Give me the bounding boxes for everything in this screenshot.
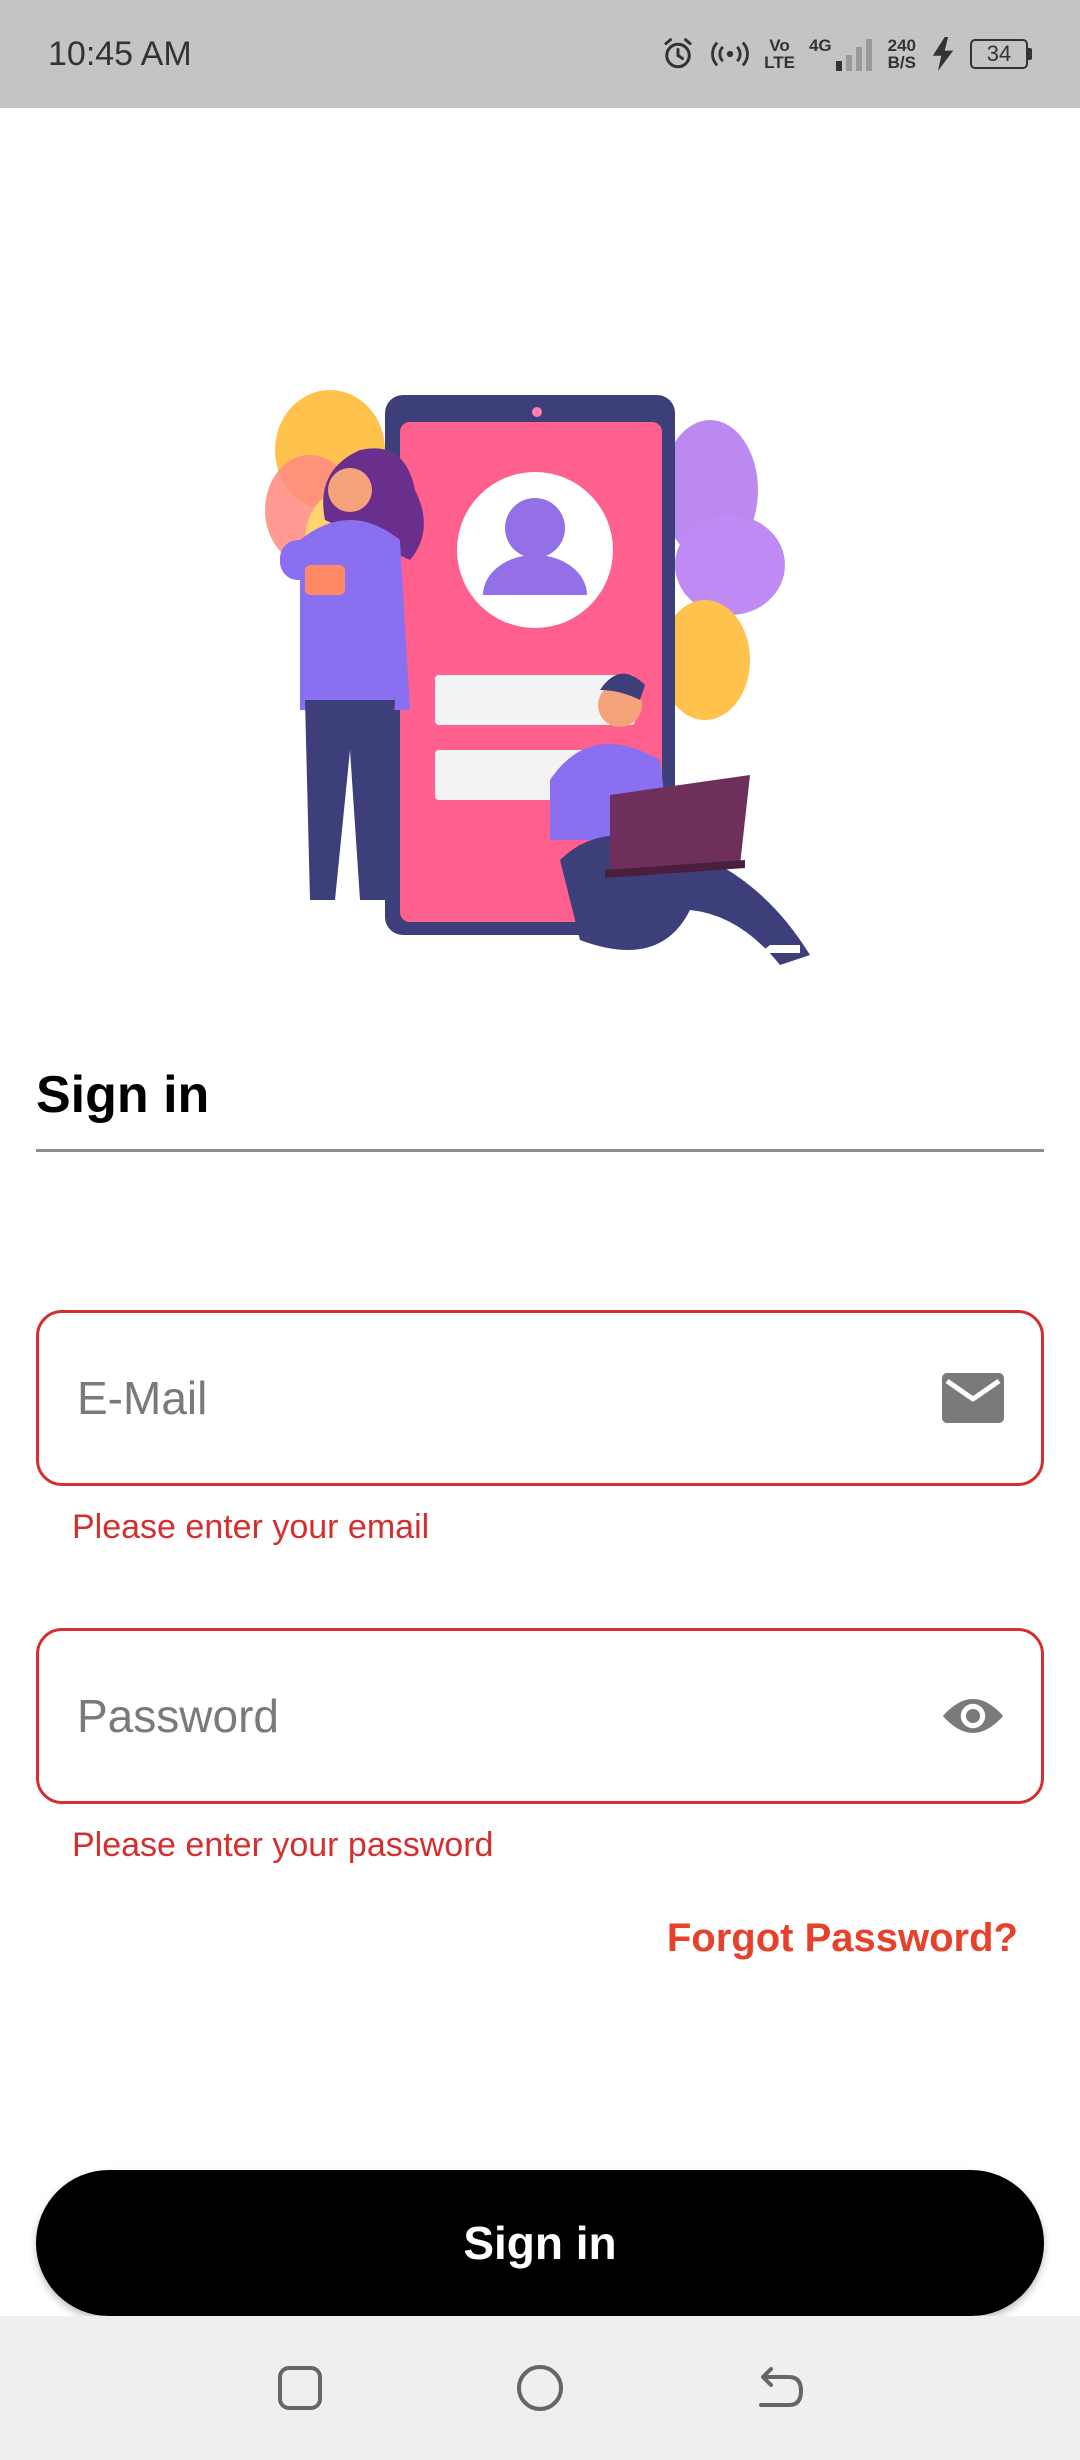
mail-icon [941,1366,1005,1430]
volte-indicator: Vo LTE [764,36,795,72]
charging-icon [932,37,954,71]
eye-icon[interactable] [941,1684,1005,1748]
signin-button[interactable]: Sign in [36,2170,1044,2316]
hotspot-icon [711,41,749,67]
alarm-icon [664,38,692,69]
password-field[interactable] [36,1628,1044,1804]
signal-indicator: 4G [809,37,874,71]
email-field[interactable] [36,1310,1044,1486]
navigation-bar [0,2316,1080,2460]
page-title: Sign in [36,1066,210,1124]
signin-header: Sign in [36,1060,1044,1152]
leaf-decoration-right [660,420,785,720]
battery-icon: 34 [970,39,1032,69]
network-speed: 240 B/S [887,36,916,72]
login-illustration [265,390,810,965]
home-icon[interactable] [510,2358,570,2418]
status-icons: Vo LTE 4G 240 B/S 34 [660,36,1032,72]
password-error-text: Please enter your password [72,1826,494,1864]
recent-apps-icon[interactable] [270,2358,330,2418]
status-bar: 10:45 AM Vo LTE 4G 240 B/S 34 [0,0,1080,108]
email-input[interactable] [75,1370,941,1426]
back-icon[interactable] [750,2358,810,2418]
forgot-password-link[interactable]: Forgot Password? [667,1916,1018,1961]
email-error-text: Please enter your email [72,1508,430,1546]
password-input[interactable] [75,1688,941,1744]
status-time: 10:45 AM [48,34,192,73]
signal-icon [835,39,872,71]
